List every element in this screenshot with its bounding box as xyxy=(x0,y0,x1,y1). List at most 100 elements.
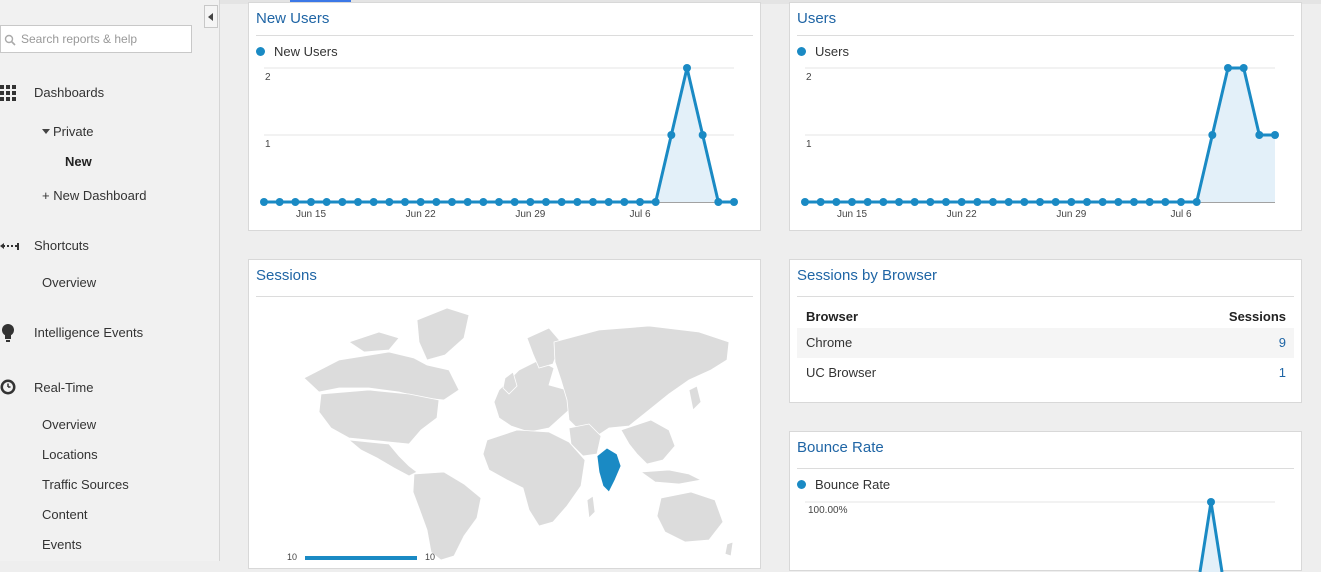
india-highlight[interactable] xyxy=(596,447,622,493)
data-point xyxy=(973,198,982,206)
table-header: Browser Sessions xyxy=(797,306,1294,328)
data-point xyxy=(879,198,888,206)
data-point xyxy=(816,198,825,206)
data-point xyxy=(432,198,441,206)
session-count[interactable]: 9 xyxy=(1279,335,1286,350)
x-tick-label: Jun 15 xyxy=(837,209,867,220)
data-point xyxy=(322,198,331,206)
data-point xyxy=(526,198,535,206)
data-point xyxy=(636,198,644,206)
bounce-rate-chart[interactable] xyxy=(790,432,1301,572)
data-point xyxy=(291,198,300,206)
table-row[interactable]: UC Browser 1 xyxy=(797,358,1294,388)
caret-down-icon xyxy=(42,129,50,134)
y-tick-label: 1 xyxy=(265,139,271,150)
data-point xyxy=(1114,198,1123,206)
data-point xyxy=(542,198,550,206)
search-placeholder: Search reports & help xyxy=(21,32,138,46)
sidebar-item-rt-locations[interactable]: Locations xyxy=(42,447,98,462)
data-point xyxy=(1130,198,1138,206)
data-point xyxy=(338,198,347,206)
sidebar-item-private[interactable]: Private xyxy=(53,124,93,139)
sidebar-item-rt-content[interactable]: Content xyxy=(42,507,88,522)
data-point xyxy=(957,198,966,206)
data-point xyxy=(510,198,519,206)
data-point xyxy=(604,198,613,206)
search-input[interactable]: Search reports & help xyxy=(0,25,192,53)
new-users-chart[interactable]: 1 2 Jun 15 Jun 22 Jun 29 Jul 6 xyxy=(249,3,760,230)
collapse-sidebar-button[interactable] xyxy=(204,5,218,28)
sidebar-item-real-time[interactable]: Real-Time xyxy=(34,380,93,395)
dashboard-grid-icon xyxy=(0,85,16,101)
data-point xyxy=(1192,198,1201,206)
data-point xyxy=(385,198,394,206)
data-point xyxy=(1239,64,1248,72)
data-point xyxy=(1004,198,1013,206)
y-tick-label: 2 xyxy=(806,72,812,83)
data-point xyxy=(683,64,691,72)
data-point xyxy=(1083,198,1091,206)
data-point xyxy=(573,198,582,206)
data-point xyxy=(714,198,723,206)
data-point xyxy=(1207,498,1215,506)
data-point xyxy=(1271,131,1279,139)
data-point xyxy=(863,198,872,206)
data-point xyxy=(895,198,903,206)
x-tick-label: Jul 6 xyxy=(629,209,651,220)
data-point xyxy=(1255,131,1264,139)
data-point xyxy=(926,198,935,206)
color-scale-bar xyxy=(305,556,417,560)
browser-name: Chrome xyxy=(806,335,853,350)
world-map[interactable] xyxy=(249,260,760,560)
x-tick-label: Jun 22 xyxy=(406,209,436,220)
data-point xyxy=(589,198,597,206)
data-point xyxy=(848,198,856,206)
data-point xyxy=(1020,198,1029,206)
panel-title[interactable]: Sessions by Browser xyxy=(797,267,937,284)
sidebar-item-rt-events[interactable]: Events xyxy=(42,537,82,552)
data-point xyxy=(1161,198,1170,206)
data-point xyxy=(416,198,425,206)
sidebar-item-shortcuts-overview[interactable]: Overview xyxy=(42,275,96,290)
bounce-rate-panel: Bounce Rate Bounce Rate 100.00% xyxy=(789,431,1302,572)
data-point xyxy=(1177,198,1185,206)
data-point xyxy=(1145,198,1154,206)
sessions-panel: Sessions 10 10 xyxy=(248,259,761,569)
col-browser[interactable]: Browser xyxy=(806,309,858,324)
users-panel: Users Users 1 2 Jun 15 Jun 22 Jun 29 Jul 6 xyxy=(789,2,1302,231)
data-point xyxy=(942,198,950,206)
sidebar-item-new-dashboard[interactable]: + New Dashboard xyxy=(42,188,146,203)
divider xyxy=(797,296,1294,297)
x-tick-label: Jun 15 xyxy=(296,209,326,220)
table-row[interactable]: Chrome 9 xyxy=(797,328,1294,358)
sidebar-item-rt-traffic-sources[interactable]: Traffic Sources xyxy=(42,477,129,492)
data-point xyxy=(910,198,919,206)
sidebar-item-intelligence-events[interactable]: Intelligence Events xyxy=(34,325,143,340)
collapse-icon xyxy=(208,13,213,21)
data-point xyxy=(479,198,488,206)
data-point xyxy=(698,131,707,139)
shortcut-icon xyxy=(0,243,19,250)
col-sessions[interactable]: Sessions xyxy=(1229,309,1286,324)
sidebar-item-rt-overview[interactable]: Overview xyxy=(42,417,96,432)
series-line xyxy=(1198,501,1224,572)
sidebar-item-new[interactable]: New xyxy=(65,154,92,169)
lightbulb-icon xyxy=(2,324,14,342)
data-point xyxy=(275,198,284,206)
data-point xyxy=(832,198,841,206)
sidebar-item-shortcuts[interactable]: Shortcuts xyxy=(34,238,89,253)
session-count[interactable]: 1 xyxy=(1279,365,1286,380)
search-icon xyxy=(4,34,16,46)
sidebar: Search reports & help Dashboards Private… xyxy=(0,0,220,561)
x-tick-label: Jun 22 xyxy=(947,209,977,220)
data-point xyxy=(448,198,456,206)
sidebar-item-dashboards[interactable]: Dashboards xyxy=(34,85,104,100)
browser-name: UC Browser xyxy=(806,365,877,380)
data-point xyxy=(730,198,738,206)
x-tick-label: Jun 29 xyxy=(515,209,545,220)
data-point xyxy=(354,198,362,206)
data-point xyxy=(989,198,997,206)
data-point xyxy=(1098,198,1107,206)
data-point xyxy=(495,198,503,206)
users-chart[interactable]: 1 2 Jun 15 Jun 22 Jun 29 Jul 6 xyxy=(790,3,1301,230)
